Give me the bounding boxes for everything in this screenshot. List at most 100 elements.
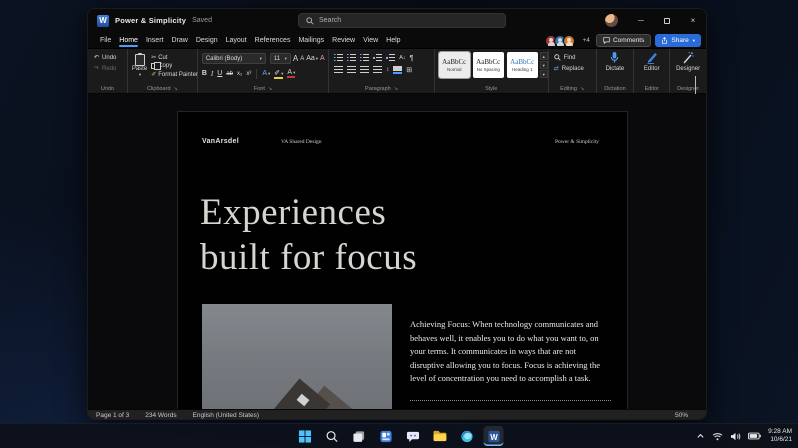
widgets-button[interactable] [376, 426, 396, 446]
menu-bar: File Home Insert Draw Design Layout Refe… [88, 32, 706, 49]
menu-draw[interactable]: Draw [167, 32, 191, 48]
grow-font-button[interactable]: A [293, 54, 298, 63]
increase-indent-icon[interactable] [386, 54, 395, 62]
borders-icon[interactable]: ⊞ [406, 66, 412, 74]
close-button[interactable]: × [680, 9, 706, 32]
strikethrough-button[interactable]: ab [226, 71, 233, 77]
zoom-level[interactable]: 50% [675, 412, 688, 419]
designer-button[interactable]: Designer [676, 51, 700, 72]
collaborator-avatar-3[interactable] [563, 35, 575, 47]
collaborator-avatars[interactable] [548, 35, 575, 47]
clear-formatting-button[interactable]: A [320, 55, 325, 62]
document-page[interactable]: VanArsdel VA Shared Design Power & Simpl… [177, 111, 628, 409]
taskbar-clock[interactable]: 9:28 AM 10/6/21 [768, 428, 792, 444]
user-avatar[interactable] [605, 14, 618, 27]
multilevel-list-icon[interactable] [360, 54, 369, 62]
superscript-button[interactable]: x² [246, 71, 251, 77]
svg-text:W: W [490, 432, 498, 441]
style-gallery-down[interactable]: ▼ [540, 61, 548, 69]
sort-icon[interactable]: A↓ [399, 55, 405, 61]
document-heading[interactable]: Experiences built for focus [200, 190, 417, 280]
menu-view[interactable]: View [359, 32, 382, 48]
ribbon: ↶ Undo ↷ Redo Undo Paste ▾ ✂ [88, 49, 706, 94]
align-right-icon[interactable] [360, 66, 369, 74]
bold-button[interactable]: B [202, 70, 207, 77]
menu-insert[interactable]: Insert [142, 32, 168, 48]
task-view-button[interactable] [349, 426, 369, 446]
search-box[interactable]: Search [298, 13, 506, 28]
align-left-icon[interactable] [334, 66, 343, 74]
italic-button[interactable]: I [211, 70, 213, 78]
chat-button[interactable] [403, 426, 423, 446]
maximize-button[interactable] [654, 9, 680, 32]
page-indicator[interactable]: Page 1 of 3 [96, 412, 129, 419]
style-preview: AaBbCc [442, 58, 466, 66]
subscript-button[interactable]: x₂ [237, 71, 242, 77]
font-name-select[interactable]: Calibri (Body)▾ [202, 53, 266, 64]
replace-button[interactable]: ⇄ Replace [554, 63, 596, 74]
redo-label: Redo [102, 66, 116, 72]
language-indicator[interactable]: English (United States) [193, 412, 259, 419]
change-case-button[interactable]: Aa▾ [306, 55, 318, 62]
font-color-button[interactable]: A▾ [287, 69, 295, 78]
share-icon [661, 37, 668, 44]
battery-icon[interactable] [748, 432, 761, 440]
word-count[interactable]: 234 Words [145, 412, 176, 419]
edge-button[interactable] [457, 426, 477, 446]
redo-button[interactable]: ↷ Redo [94, 63, 127, 74]
dictate-button[interactable]: Dictate [606, 51, 625, 72]
find-button[interactable]: Find [554, 52, 596, 63]
menu-home[interactable]: Home [115, 32, 142, 48]
start-button[interactable] [295, 426, 315, 446]
comments-button[interactable]: Comments [596, 34, 651, 47]
paragraph-launcher-icon[interactable]: ↘ [394, 86, 398, 92]
font-launcher-icon[interactable]: ↘ [268, 86, 272, 92]
align-center-icon[interactable] [347, 66, 356, 74]
document-image[interactable] [202, 304, 392, 409]
font-size-caret: ▾ [285, 56, 287, 62]
collapse-ribbon-button[interactable] [695, 76, 702, 83]
editing-launcher-icon[interactable]: ↘ [580, 86, 584, 92]
tray-chevron-up-icon[interactable] [696, 432, 705, 440]
menu-help[interactable]: Help [382, 32, 404, 48]
file-explorer-button[interactable] [430, 426, 450, 446]
style-card-heading1[interactable]: AaBbCc Heading 1 [507, 52, 538, 78]
share-button[interactable]: Share ▾ [655, 34, 701, 47]
clipboard-group-label: Clipboard [147, 86, 171, 92]
undo-button[interactable]: ↶ Undo [94, 52, 127, 63]
shading-icon[interactable] [393, 66, 402, 74]
minimize-button[interactable]: ─ [628, 9, 654, 32]
menu-references[interactable]: References [251, 32, 295, 48]
volume-icon[interactable] [730, 432, 741, 441]
menu-design[interactable]: Design [192, 32, 222, 48]
menu-layout[interactable]: Layout [222, 32, 251, 48]
justify-icon[interactable] [373, 66, 382, 74]
cut-button[interactable]: ✂ Cut [151, 54, 198, 61]
collaborator-overflow[interactable]: +4 [583, 37, 590, 44]
taskbar-search-button[interactable] [322, 426, 342, 446]
font-size-select[interactable]: 11▾ [270, 53, 291, 64]
format-painter-button[interactable]: ✐ Format Painter [151, 71, 198, 78]
text-effects-button[interactable]: A▾ [262, 70, 270, 77]
paragraph-marks-icon[interactable]: ¶ [410, 55, 414, 62]
shrink-font-button[interactable]: A [300, 56, 304, 62]
style-gallery-up[interactable]: ▲ [540, 52, 548, 60]
highlight-color-button[interactable]: ✐▾ [274, 69, 283, 79]
menu-review[interactable]: Review [328, 32, 359, 48]
style-card-no-spacing[interactable]: AaBbCc No Spacing [473, 52, 504, 78]
clipboard-launcher-icon[interactable]: ↘ [174, 86, 178, 92]
menu-file[interactable]: File [96, 32, 115, 48]
wifi-icon[interactable] [712, 432, 723, 441]
editor-button[interactable]: Editor [644, 51, 660, 72]
document-body-text[interactable]: Achieving Focus: When technology communi… [410, 318, 611, 386]
menu-mailings[interactable]: Mailings [294, 32, 328, 48]
bullet-list-icon[interactable] [334, 54, 343, 62]
decrease-indent-icon[interactable] [373, 54, 382, 62]
line-spacing-icon[interactable]: ↕ [386, 67, 389, 73]
style-gallery-more[interactable]: ▼ [540, 70, 548, 78]
numbered-list-icon[interactable] [347, 54, 356, 62]
word-taskbar-button[interactable]: W [484, 426, 504, 446]
copy-button[interactable]: Copy [151, 63, 198, 69]
style-card-normal[interactable]: AaBbCc Normal [439, 52, 470, 78]
underline-button[interactable]: U [217, 70, 222, 77]
